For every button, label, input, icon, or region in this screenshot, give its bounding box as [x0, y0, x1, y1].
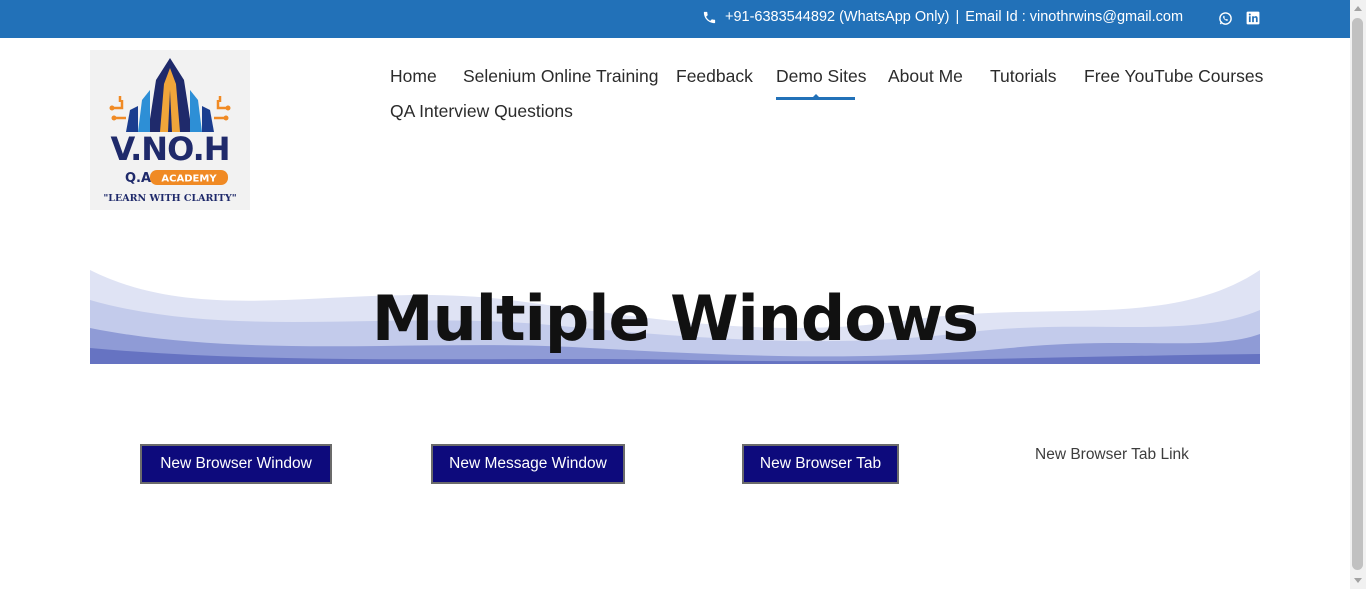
new-message-window-button[interactable]: New Message Window: [431, 444, 625, 484]
phone-number: +91-6383544892 (WhatsApp Only): [725, 9, 950, 25]
contact-info: +91-6383544892 (WhatsApp Only) | Email I…: [702, 9, 1183, 25]
page-banner: Multiple Windows: [90, 270, 1260, 364]
svg-text:V.NO.H: V.NO.H: [110, 130, 229, 168]
linkedin-icon[interactable]: [1246, 11, 1261, 26]
nav-item-selenium-online-training[interactable]: Selenium Online Training: [463, 66, 659, 87]
page-scrollbar[interactable]: [1350, 0, 1366, 589]
nav-item-about-me[interactable]: About Me: [888, 66, 963, 87]
phone-icon: [703, 11, 716, 23]
nav-item-feedback[interactable]: Feedback: [676, 66, 753, 87]
nav-item-home[interactable]: Home: [390, 66, 437, 87]
nav-item-demo-sites[interactable]: Demo Sites: [776, 66, 866, 87]
social-links: [1218, 11, 1261, 26]
scroll-up-arrow-icon[interactable]: [1354, 6, 1362, 11]
email-address: Email Id : vinothrwins@gmail.com: [965, 9, 1184, 25]
whatsapp-icon[interactable]: [1218, 11, 1233, 26]
page-title: Multiple Windows: [371, 282, 979, 355]
nav-item-qa-interview-questions[interactable]: QA Interview Questions: [390, 101, 573, 122]
site-logo[interactable]: V.NO.H Q.A ACADEMY "LEARN WITH CLARITY": [90, 50, 250, 210]
svg-text:ACADEMY: ACADEMY: [161, 174, 217, 185]
svg-text:Q.A: Q.A: [125, 171, 151, 186]
scroll-down-arrow-icon[interactable]: [1354, 578, 1362, 583]
svg-text:"LEARN WITH CLARITY": "LEARN WITH CLARITY": [103, 193, 236, 204]
contact-separator: |: [955, 9, 960, 25]
top-contact-bar: +91-6383544892 (WhatsApp Only) | Email I…: [0, 0, 1350, 38]
nav-item-tutorials[interactable]: Tutorials: [990, 66, 1056, 87]
new-browser-tab-button[interactable]: New Browser Tab: [742, 444, 899, 484]
new-browser-window-button[interactable]: New Browser Window: [140, 444, 332, 484]
new-browser-tab-link[interactable]: New Browser Tab Link: [1035, 446, 1189, 464]
active-indicator-underline: [776, 97, 855, 100]
nav-item-free-youtube-courses[interactable]: Free YouTube Courses: [1084, 66, 1263, 87]
scrollbar-thumb[interactable]: [1352, 18, 1363, 570]
